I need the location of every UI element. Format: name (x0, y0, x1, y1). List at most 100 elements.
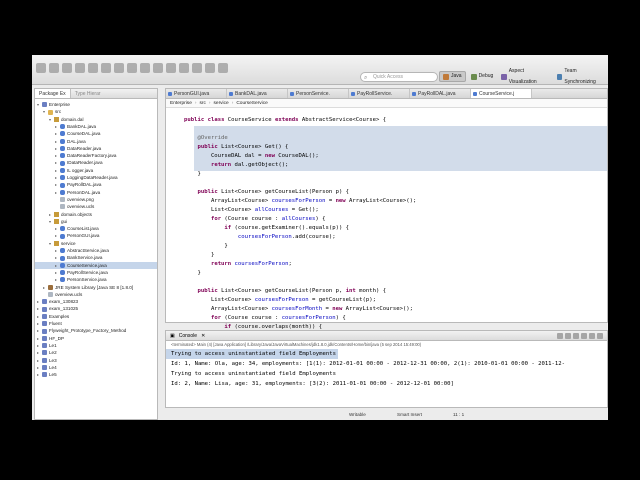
tab-type-hierarchy[interactable]: Type Hierar (71, 89, 105, 98)
open-type-icon[interactable] (153, 63, 163, 73)
tree-item-label: src (55, 109, 62, 115)
new-java-project-icon[interactable] (114, 63, 124, 73)
java-file-icon (168, 92, 172, 96)
tree-item[interactable]: ▾ Enterprise (35, 101, 157, 108)
tree-item[interactable]: overview.ucls (35, 291, 157, 298)
back-icon[interactable] (205, 63, 215, 73)
tab-console[interactable]: Console (179, 331, 197, 340)
tree-item[interactable]: ▸ PersonGUI.java (35, 232, 157, 239)
breadcrumb-item[interactable]: Enterprise (170, 99, 192, 107)
tree-item[interactable]: ▸ CourseService.java (35, 261, 157, 269)
java-icon (60, 277, 65, 283)
tree-item[interactable]: overview.ucls (35, 203, 157, 210)
terminate-icon[interactable] (557, 332, 563, 339)
editor-tab[interactable]: BankDAL.java (227, 89, 288, 98)
tree-item[interactable]: ▸ PayRollDAL.java (35, 181, 157, 188)
console-tabbar: ▣ Console ✕ (166, 331, 607, 341)
print-icon[interactable] (62, 63, 72, 73)
java-icon (60, 146, 65, 152)
tree-item[interactable]: ▸ HF_DP (35, 335, 157, 342)
editor-tab-label: CourseService.j (479, 91, 515, 97)
perspective-aspect-visualization[interactable]: Aspect Visualization (498, 68, 552, 85)
tree-item[interactable]: ▸ PersonService.java (35, 276, 157, 283)
tree-item[interactable]: ▸ Fluent (35, 320, 157, 327)
quick-access-field[interactable]: ⌕ Quick Access (360, 72, 438, 82)
tree-item[interactable]: ▸ AbstractService.java (35, 247, 157, 254)
tree-item[interactable]: ▸ DAL.java (35, 138, 157, 145)
tree-item[interactable]: ▾ gui (35, 218, 157, 225)
debug-icon[interactable] (75, 63, 85, 73)
tree-item[interactable]: ▸ exam_130823 (35, 298, 157, 305)
tree-item[interactable]: ▸ PayRollService.java (35, 269, 157, 276)
display-console-icon[interactable] (597, 332, 603, 339)
tree-item[interactable]: ▸ domain.objects (35, 211, 157, 218)
console-line-row: Id: 1, Name: Ola, age: 34, employments: … (166, 359, 607, 369)
clear-console-icon[interactable] (573, 332, 579, 339)
tree-item[interactable]: ▸ IDataReader.java (35, 159, 157, 166)
new-icon[interactable] (36, 63, 46, 73)
new-package-icon[interactable] (127, 63, 137, 73)
search-toolbar-icon[interactable] (166, 63, 176, 73)
tree-item-label: PersonGUI.java (67, 233, 100, 239)
save-icon[interactable] (49, 63, 59, 73)
pin-console-icon[interactable] (589, 332, 595, 339)
tree-item[interactable]: ▸ CourseList.java (35, 225, 157, 232)
package-explorer-view: Package Ex Type Hierar ▾ Enterprise ▾ src ▾ d… (34, 88, 158, 420)
tree-item[interactable]: ▸ LoggingDataReader.java (35, 174, 157, 181)
tree-item[interactable]: ▸ Le5 (35, 371, 157, 378)
forward-icon[interactable] (218, 63, 228, 73)
editor-tab[interactable]: CourseService.j (471, 89, 532, 98)
tree-item[interactable]: ▾ src (35, 108, 157, 115)
code-area[interactable]: public class CourseService extends Abstr… (166, 110, 607, 339)
run-icon[interactable] (88, 63, 98, 73)
perspective-team-synchronizing[interactable]: Team Synchronizing (554, 68, 608, 85)
perspective-icon (501, 73, 507, 80)
tree-item[interactable]: ▸ DataReaderFactory.java (35, 152, 157, 159)
console-output[interactable]: Trying to access uninstantiated field Em… (166, 349, 607, 389)
remove-launch-icon[interactable] (565, 332, 571, 339)
tree-item-label: HF_DP (49, 335, 65, 341)
tree-item[interactable]: ▾ domain.dal (35, 116, 157, 123)
tree-item-label: PayRollService.java (67, 269, 108, 275)
project-icon (42, 335, 47, 341)
tree-item[interactable]: ▸ DataReader.java (35, 145, 157, 152)
editor-tab[interactable]: PersonService. (288, 89, 349, 98)
tab-package-explorer[interactable]: Package Ex (35, 89, 71, 98)
tree-item[interactable]: ▸ IL ogger.java (35, 167, 157, 174)
new-class-icon[interactable] (140, 63, 150, 73)
tree-item-label: gui (61, 218, 68, 224)
package-icon (54, 211, 59, 217)
tree-item[interactable]: ▸ Examples (35, 313, 157, 320)
editor-tab[interactable]: PayRollDAL.java (410, 89, 471, 98)
tree-item[interactable]: overview.png (35, 196, 157, 203)
code-line: ArrayList<Course> coursesForPerson = new… (184, 198, 417, 204)
scroll-lock-icon[interactable] (581, 332, 587, 339)
tree-item[interactable]: ▸ Le1 (35, 342, 157, 349)
tree-item[interactable]: ▸ BankDAL.java (35, 123, 157, 130)
tree-item[interactable]: ▸ JRE System Library [Java SE 8 [1.8.0] (35, 284, 157, 291)
breadcrumb-item[interactable]: CourseService (236, 99, 267, 107)
editor-tab[interactable]: PayRollService. (349, 89, 410, 98)
tree-item-label: Le3 (49, 357, 57, 363)
breadcrumb-item[interactable]: service (214, 99, 229, 107)
code-line: List<Course> allCourses = Get(); (184, 207, 319, 213)
perspective-debug[interactable]: Debug (468, 71, 497, 82)
tree-item[interactable]: ▸ Flyweight_Prototype_Factory_Method (35, 327, 157, 334)
editor-tab[interactable]: PersonGUI.java (166, 89, 227, 98)
code-line: public List<Course> getCourseList(Person… (197, 288, 387, 294)
tree-item-label: BankDAL.java (67, 123, 97, 129)
tree-item[interactable]: ▸ BankService.java (35, 254, 157, 261)
next-annotation-icon[interactable] (179, 63, 189, 73)
breadcrumb-item[interactable]: src (199, 99, 205, 107)
tree-item[interactable]: ▸ Le4 (35, 364, 157, 371)
tree-item[interactable]: ▸ PersonDAL.java (35, 189, 157, 196)
tree-item[interactable]: ▸ exam_131025 (35, 305, 157, 312)
external-tools-icon[interactable] (101, 63, 111, 73)
previous-annotation-icon[interactable] (192, 63, 202, 73)
tree-item[interactable]: ▾ service (35, 240, 157, 247)
perspective-java[interactable]: Java (439, 71, 466, 82)
tree-item[interactable]: ▸ CourseDAL.java (35, 130, 157, 137)
tree-item[interactable]: ▸ Le2 (35, 349, 157, 356)
tree-item[interactable]: ▸ Le3 (35, 357, 157, 364)
close-icon[interactable]: ✕ (201, 331, 205, 340)
